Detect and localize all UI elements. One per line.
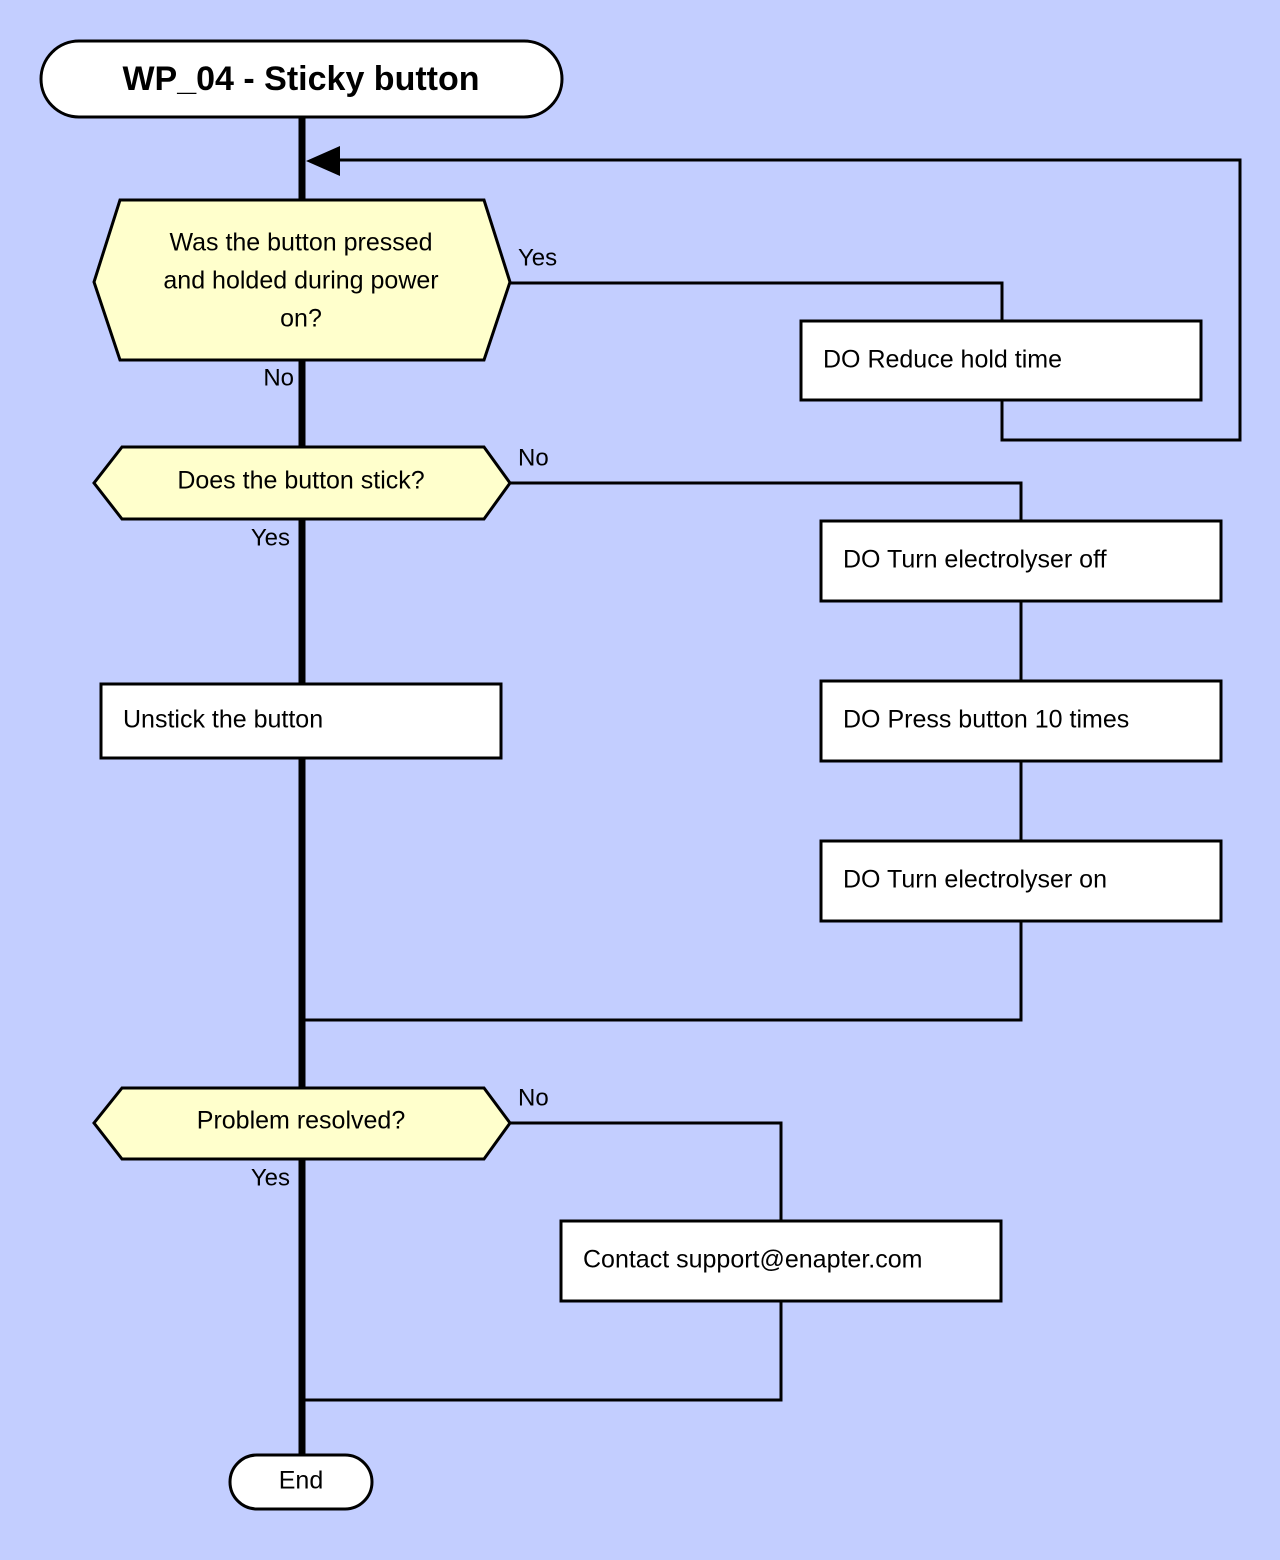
decision1-label-line1: Was the button pressed: [169, 229, 432, 257]
edge-a6-to-spine: [305, 1301, 783, 1402]
node-action-reduce-hold-time[interactable]: DO Reduce hold time: [799, 319, 1203, 402]
node-action-turn-electrolyser-off[interactable]: DO Turn electrolyser off: [819, 519, 1223, 603]
action-turn-off-label: DO Turn electrolyser off: [843, 546, 1107, 574]
edge-d1-yes: [510, 281, 1004, 321]
action-unstick-label: Unstick the button: [123, 706, 323, 734]
edge-d2-no: [510, 481, 1023, 521]
flowchart-svg: WP_04 - Sticky button Was the button pre…: [39, 39, 1242, 1511]
decision2-label: Does the button stick?: [177, 467, 424, 495]
edge-a4-to-spine: [305, 921, 1023, 1022]
end-node-label: End: [279, 1467, 323, 1495]
flowchart-canvas: WP_04 - Sticky button Was the button pre…: [0, 0, 1280, 1560]
edge-label-d3-yes: Yes: [251, 1164, 290, 1191]
node-action-turn-electrolyser-on[interactable]: DO Turn electrolyser on: [819, 839, 1223, 923]
action-turn-on-label: DO Turn electrolyser on: [843, 866, 1107, 894]
loopback-arrowhead: [306, 146, 340, 176]
node-decision-button-stick[interactable]: Does the button stick?: [92, 445, 512, 521]
decision1-label-line2: and holded during power: [163, 267, 438, 295]
edge-d3-no: [510, 1121, 783, 1221]
node-end[interactable]: End: [228, 1453, 374, 1511]
action-contact-support-label: Contact support@enapter.com: [583, 1246, 922, 1274]
node-decision-power-on[interactable]: Was the button pressed and holded during…: [92, 198, 512, 362]
edge-label-d2-yes: Yes: [251, 524, 290, 551]
decision3-label: Problem resolved?: [197, 1107, 405, 1135]
node-action-contact-support[interactable]: Contact support@enapter.com: [559, 1219, 1003, 1303]
node-action-press-button-10-times[interactable]: DO Press button 10 times: [819, 679, 1223, 763]
edge-label-d1-yes: Yes: [518, 244, 557, 271]
action-press-button-label: DO Press button 10 times: [843, 706, 1129, 734]
node-action-unstick-the-button[interactable]: Unstick the button: [99, 682, 503, 760]
node-start[interactable]: WP_04 - Sticky button: [39, 39, 564, 119]
edge-label-d2-no: No: [518, 444, 549, 471]
edge-label-d3-no: No: [518, 1084, 549, 1111]
action-reduce-hold-time-label: DO Reduce hold time: [823, 346, 1062, 374]
edge-label-d1-no: No: [263, 364, 294, 391]
start-node-label: WP_04 - Sticky button: [122, 60, 479, 98]
node-decision-problem-resolved[interactable]: Problem resolved?: [92, 1086, 512, 1161]
decision1-label-line3: on?: [280, 305, 322, 333]
